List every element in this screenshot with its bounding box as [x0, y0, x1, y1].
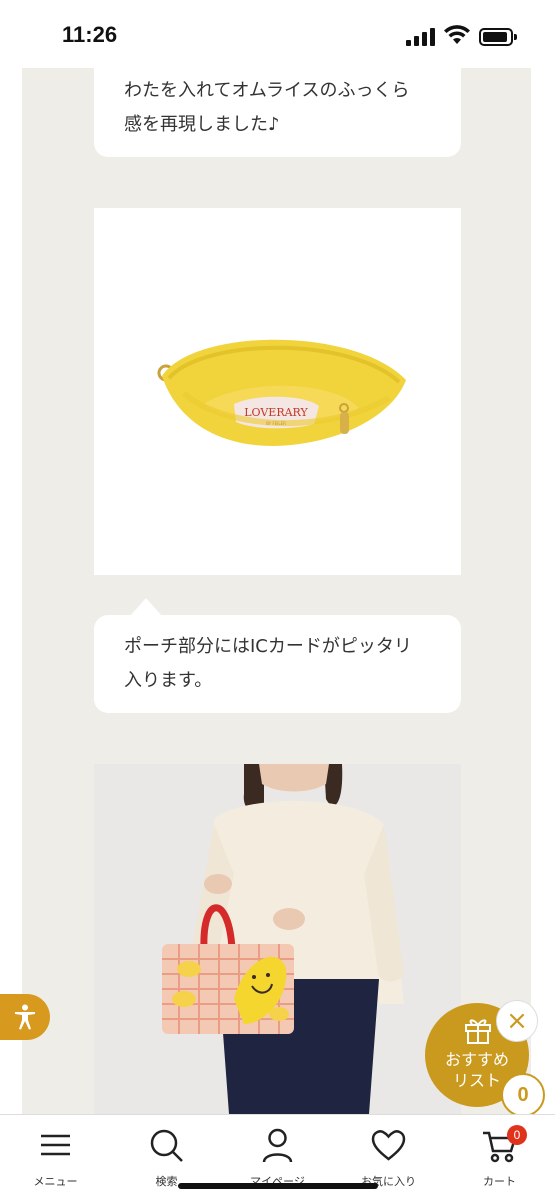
battery-icon — [479, 28, 517, 46]
description-bubble-2: ポーチ部分にはICカードがピッタリ 入ります。 — [94, 615, 461, 713]
bubble-2-line-2: 入ります。 — [124, 670, 213, 691]
recommend-label-line-1: おすすめ — [444, 1050, 509, 1069]
nav-label-menu: メニュー — [33, 1175, 78, 1188]
nav-item-menu[interactable]: メニュー — [0, 1115, 111, 1200]
menu-icon — [41, 1134, 70, 1156]
omurice-pouch-image: LOVERARY BY FEILER — [157, 339, 406, 446]
pouch-photo: LOVERARY BY FEILER — [94, 208, 461, 575]
user-icon — [262, 1128, 293, 1163]
accessibility-icon — [15, 1004, 35, 1030]
model-photo — [94, 764, 461, 1114]
bubble-1-line-2: 感を再現しました♪ — [124, 114, 280, 135]
recommend-count-badge: 0 — [501, 1073, 545, 1117]
wifi-icon — [444, 25, 470, 44]
cart-count-badge: 0 — [507, 1125, 527, 1145]
accessibility-button[interactable] — [0, 994, 50, 1040]
search-icon — [150, 1129, 183, 1162]
description-bubble-1: わたを入れてオムライスのふっくら 感を再現しました♪ — [94, 68, 461, 157]
heart-icon — [371, 1130, 406, 1161]
nav-item-cart[interactable]: カート — [444, 1115, 555, 1200]
recommend-close-button[interactable]: × — [496, 1000, 538, 1042]
close-icon: × — [506, 1006, 528, 1036]
home-indicator — [178, 1183, 378, 1189]
status-bar: 11:26 — [0, 0, 555, 68]
gift-icon — [465, 1019, 491, 1044]
model-with-bag-image — [94, 764, 461, 1114]
bubble-1-line-1: わたを入れてオムライスのふっくら — [124, 80, 410, 101]
signal-icon — [406, 28, 436, 46]
bubble-tail — [130, 598, 162, 616]
pouch-brand-label: LOVERARY — [244, 406, 308, 419]
bubble-2-line-1: ポーチ部分にはICカードがピッタリ — [124, 636, 412, 657]
nav-label-cart: カート — [483, 1175, 516, 1188]
status-time: 11:26 — [62, 22, 118, 47]
